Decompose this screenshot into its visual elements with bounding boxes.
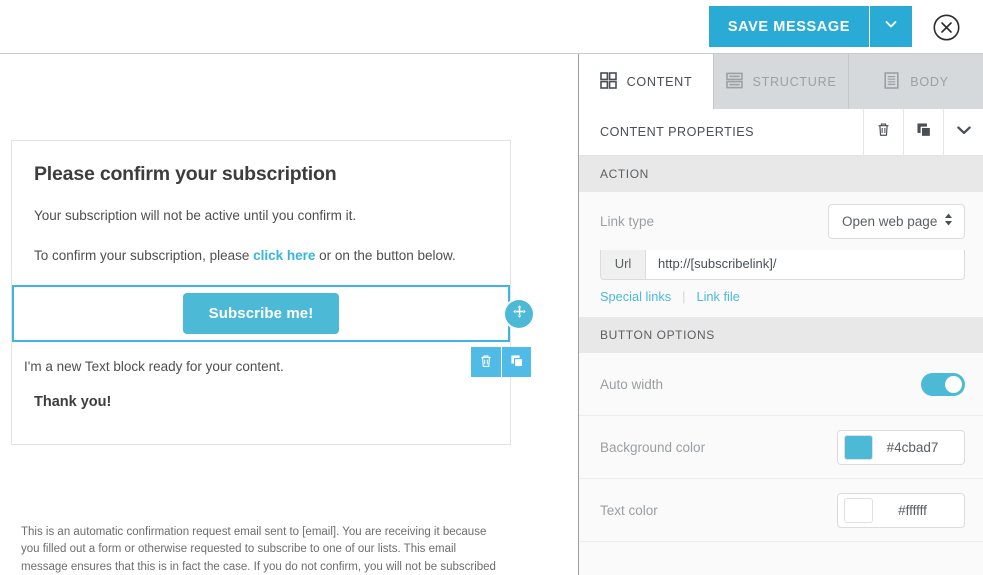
text-color-value: #ffffff (898, 502, 927, 518)
content-properties-header: CONTENT PROPERTIES (579, 108, 983, 156)
link-type-row: Link type Open web page (579, 192, 983, 250)
email-thanks-text: Thank you! (34, 394, 112, 411)
trash-icon (875, 121, 892, 143)
paragraph-2-after: or on the button below. (315, 247, 456, 263)
tab-body[interactable]: BODY (849, 54, 983, 109)
save-message-dropdown-toggle[interactable] (869, 6, 912, 47)
properties-duplicate-button[interactable] (903, 108, 943, 156)
properties-panel: CONTENT STRUCTURE BODY CONTENT PROPERTIE… (578, 54, 983, 575)
block-drag-handle[interactable] (505, 299, 533, 328)
button-options-section-header: BUTTON OPTIONS (579, 317, 983, 353)
text-block-delete-button[interactable] (471, 347, 501, 378)
sort-updown-icon (943, 212, 954, 230)
tab-structure-label: STRUCTURE (752, 74, 837, 89)
duplicate-icon (509, 353, 525, 372)
confirm-click-here-link[interactable]: click here (253, 248, 315, 263)
paragraph-2-before: To confirm your subscription, please (34, 247, 254, 263)
content-properties-title: CONTENT PROPERTIES (600, 125, 755, 139)
move-arrows-icon (512, 304, 527, 324)
tab-body-label: BODY (910, 74, 949, 89)
email-paragraph-1: Your subscription will not be active unt… (34, 208, 357, 223)
save-message-group: SAVE MESSAGE (708, 6, 912, 47)
text-color-field[interactable]: #ffffff (837, 492, 965, 528)
email-body-container: Please confirm your subscription Your su… (11, 140, 533, 446)
background-color-value: #4cbad7 (886, 439, 939, 455)
auto-width-toggle[interactable] (921, 372, 965, 396)
url-row: Url (579, 246, 983, 280)
links-separator: | (682, 289, 686, 304)
toggle-knob (945, 375, 962, 393)
text-block-toolbar (471, 347, 531, 378)
properties-collapse-button[interactable] (943, 108, 983, 156)
background-color-row: Background color #4cbad7 (579, 416, 983, 479)
grid-squares-icon (599, 71, 617, 92)
special-links-link[interactable]: Special links (600, 289, 671, 304)
properties-delete-button[interactable] (863, 108, 903, 156)
email-heading: Please confirm your subscription (34, 163, 337, 185)
action-links-row: Special links | Link file (579, 280, 983, 317)
background-color-field[interactable]: #4cbad7 (837, 429, 965, 465)
selected-button-block[interactable]: Subscribe me! (12, 285, 533, 343)
text-color-label: Text color (600, 502, 658, 518)
document-lines-icon (883, 71, 900, 92)
text-block[interactable]: I'm a new Text block ready for your cont… (12, 342, 531, 378)
link-type-select[interactable]: Open web page (828, 203, 965, 239)
subscribe-me-button[interactable]: Subscribe me! (182, 293, 340, 335)
text-block-content: I'm a new Text block ready for your cont… (24, 359, 284, 375)
tab-content[interactable]: CONTENT (579, 54, 714, 109)
chevron-down-icon (883, 16, 899, 37)
trash-icon (478, 353, 494, 372)
duplicate-icon (915, 121, 933, 144)
panel-tabs: CONTENT STRUCTURE BODY (579, 54, 983, 109)
background-color-label: Background color (600, 439, 706, 455)
background-color-swatch[interactable] (844, 434, 873, 460)
rows-layout-icon (725, 72, 743, 92)
email-paragraph-2: To confirm your subscription, please cli… (12, 226, 510, 266)
top-toolbar: SAVE MESSAGE (0, 0, 983, 54)
link-file-link[interactable]: Link file (696, 289, 739, 304)
url-prefix-label: Url (600, 246, 645, 280)
tab-content-label: CONTENT (626, 74, 693, 89)
action-section-header: ACTION (579, 156, 983, 192)
auto-width-label: Auto width (600, 376, 664, 392)
email-canvas: Please confirm your subscription Your su… (0, 54, 578, 575)
link-type-value: Open web page (842, 213, 938, 229)
link-type-label: Link type (600, 213, 655, 229)
close-circle-icon (933, 14, 960, 45)
text-block-duplicate-button[interactable] (501, 347, 531, 378)
email-footer-note: This is an automatic confirmation reques… (21, 526, 496, 573)
tab-structure[interactable]: STRUCTURE (714, 54, 849, 109)
url-input[interactable] (645, 246, 965, 280)
chevron-down-icon (955, 121, 973, 144)
auto-width-row: Auto width (579, 353, 983, 416)
text-color-row: Text color #ffffff (579, 479, 983, 542)
text-color-swatch[interactable] (844, 497, 873, 523)
close-editor-button[interactable] (933, 14, 960, 41)
app-root: SAVE MESSAGE Please confirm your subscri… (0, 0, 983, 575)
save-message-button[interactable]: SAVE MESSAGE (708, 6, 869, 47)
